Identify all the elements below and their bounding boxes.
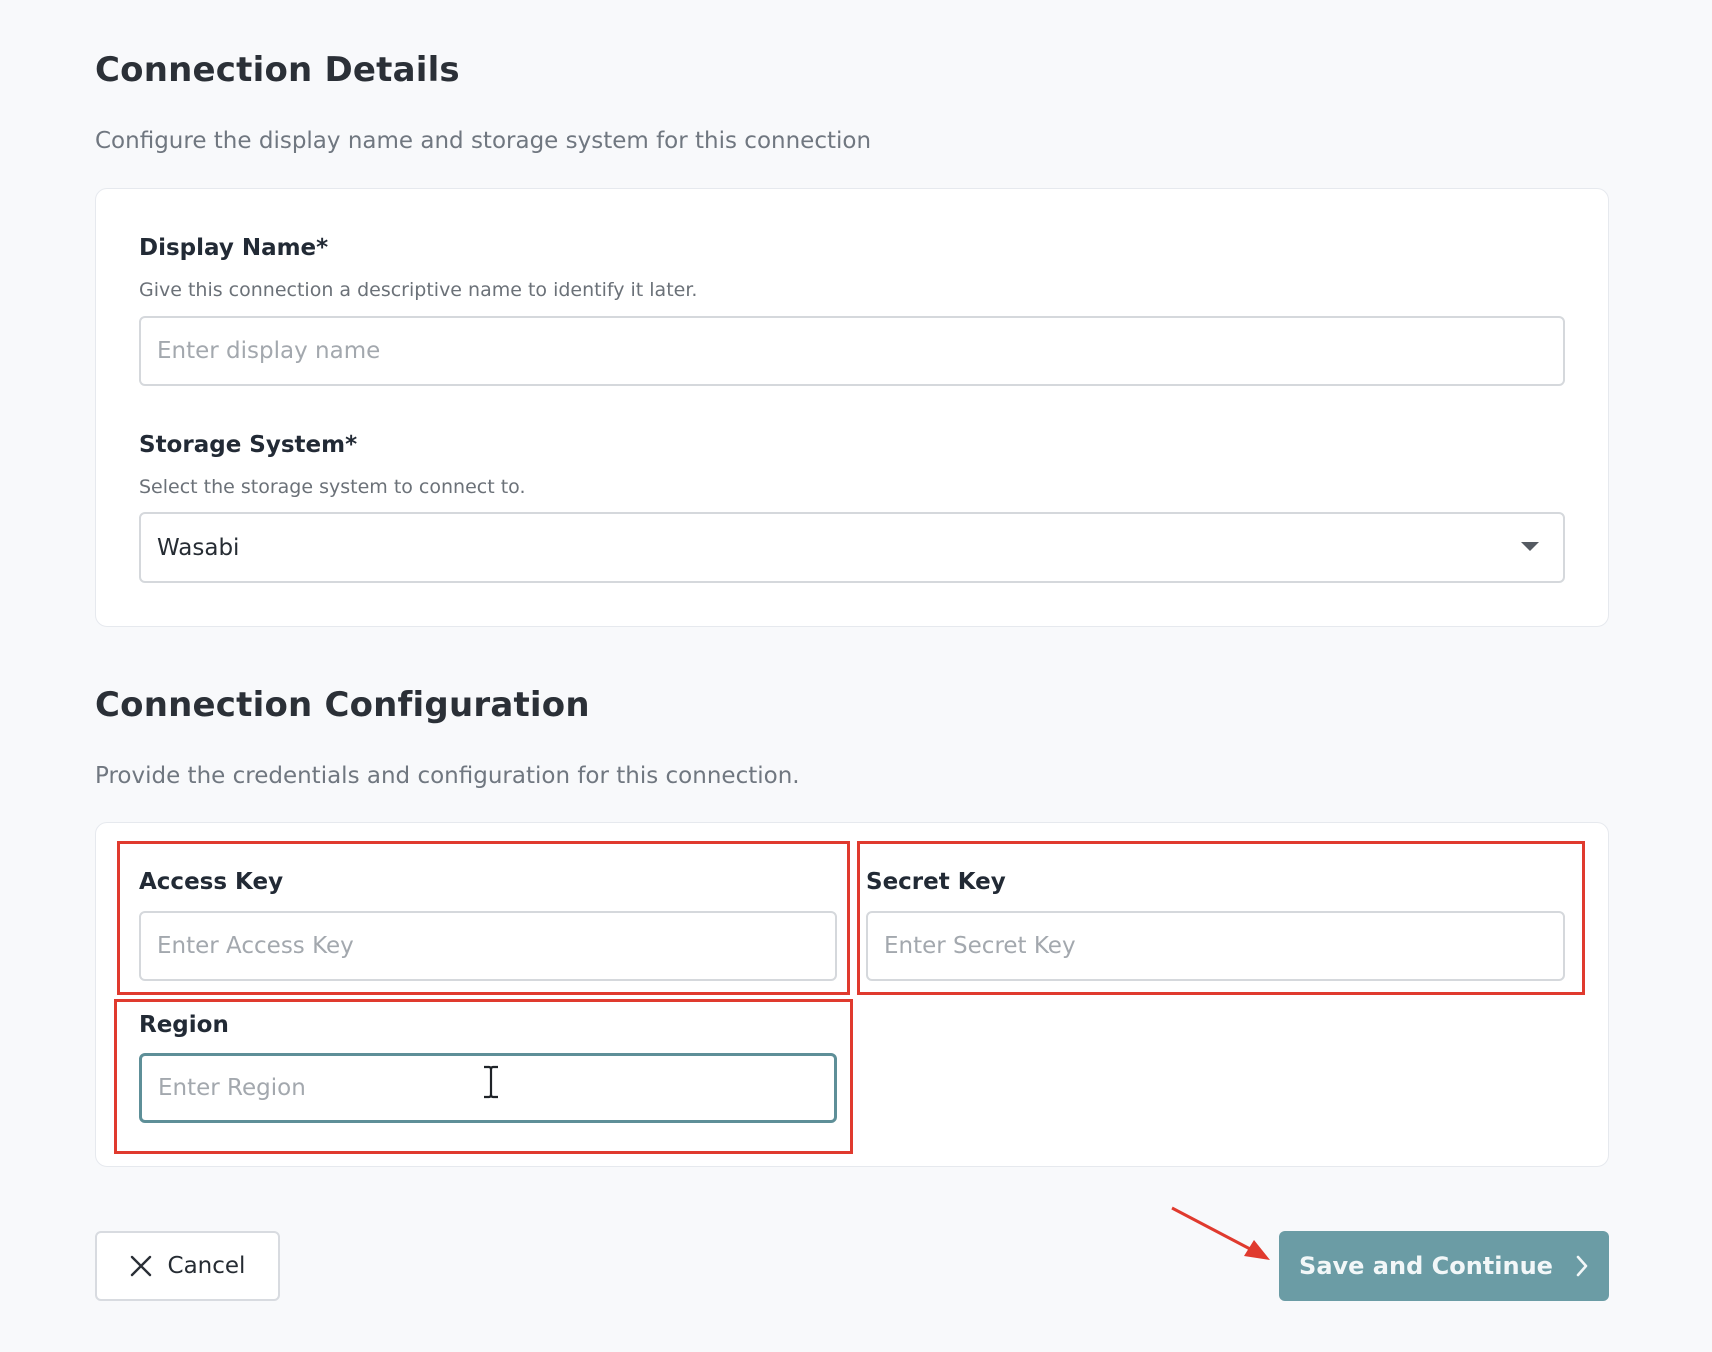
connection-configuration-title: Connection Configuration (95, 685, 590, 725)
secret-key-input[interactable] (866, 911, 1565, 981)
secret-key-label: Secret Key (866, 869, 1006, 895)
storage-system-select[interactable]: Wasabi (139, 512, 1565, 583)
access-key-input[interactable] (139, 911, 837, 981)
text-cursor-icon (479, 1065, 503, 1099)
arrow-annotation (1168, 1204, 1274, 1264)
save-button-label: Save and Continue (1299, 1252, 1553, 1280)
chevron-right-icon (1575, 1255, 1589, 1277)
connection-configuration-description: Provide the credentials and configuratio… (95, 763, 800, 789)
connection-details-title: Connection Details (95, 50, 460, 90)
region-label: Region (139, 1012, 229, 1038)
close-icon (130, 1255, 152, 1277)
cancel-button[interactable]: Cancel (95, 1231, 280, 1301)
storage-system-help: Select the storage system to connect to. (139, 476, 526, 498)
access-key-label: Access Key (139, 869, 284, 895)
storage-system-label: Storage System* (139, 432, 358, 458)
display-name-label: Display Name* (139, 235, 329, 261)
display-name-help: Give this connection a descriptive name … (139, 279, 698, 301)
storage-system-selected-value: Wasabi (157, 534, 240, 561)
connection-details-description: Configure the display name and storage s… (95, 128, 872, 154)
display-name-input[interactable] (139, 316, 1565, 386)
cancel-button-label: Cancel (167, 1253, 246, 1279)
caret-down-icon (1521, 542, 1539, 551)
save-and-continue-button[interactable]: Save and Continue (1279, 1231, 1609, 1301)
